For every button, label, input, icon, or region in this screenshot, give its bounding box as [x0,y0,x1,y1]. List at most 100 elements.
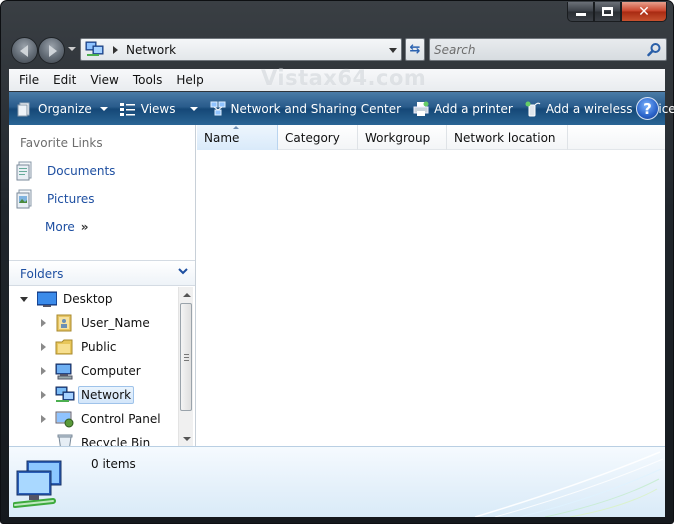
column-header-category[interactable]: Category [278,125,358,150]
desktop-icon [37,291,57,307]
network-icon [55,386,75,402]
item-count: 0 items [91,457,136,471]
pictures-icon [16,189,32,209]
breadcrumb-network[interactable]: Network [126,43,176,57]
column-label: Workgroup [365,130,431,145]
forward-button[interactable] [38,37,65,64]
minimize-button[interactable] [567,2,594,22]
chevron-down-icon [178,268,188,275]
expand-icon[interactable] [37,342,47,352]
arrow-down-icon [182,436,191,441]
refresh-button[interactable]: ⇆ [405,38,425,61]
tree-item-user-name[interactable]: User_Name [37,312,150,334]
caption-buttons: ✕ [567,2,667,22]
user-folder-icon [56,314,72,332]
forward-arrow-icon [48,44,57,57]
expand-icon[interactable] [37,390,47,400]
close-icon: ✕ [638,3,650,20]
network-icon [85,41,104,56]
control-panel-icon [55,411,74,428]
menu-file[interactable]: File [12,73,46,87]
address-history-dropdown[interactable] [389,48,397,53]
add-printer-label: Add a printer [434,101,513,116]
grip-icon [184,354,189,361]
back-button[interactable] [11,37,38,64]
tree-item-label: Network [78,386,135,404]
back-arrow-icon [19,44,28,57]
favorite-link-pictures[interactable]: Pictures [15,188,95,210]
recycle-bin-icon [57,434,73,446]
computer-icon [55,363,73,380]
menu-tools[interactable]: Tools [126,73,170,87]
folders-title: Folders [20,267,64,281]
maximize-button[interactable] [594,2,621,22]
tree-item-desktop[interactable]: Desktop [19,288,113,310]
column-label: Name [204,130,240,145]
navigation-pane: Favorite Links Documents Pictures More »… [9,125,196,446]
organize-label: Organize [38,101,92,116]
menu-help[interactable]: Help [169,73,210,87]
help-button[interactable]: ? [636,97,659,120]
favorite-link-more[interactable]: More » [33,216,89,238]
folder-tree-scrollbar[interactable] [178,287,193,446]
network-large-icon [13,460,62,508]
printer-icon [413,101,429,116]
address-bar[interactable]: Network [80,38,402,61]
column-header-workgroup[interactable]: Workgroup [358,125,447,150]
tree-item-label: Computer [81,364,141,378]
explorer-window: ✕ Network ⇆ File [0,0,674,524]
organize-icon [17,102,30,116]
network-sharing-center-label: Network and Sharing Center [230,101,402,116]
command-bar: Organize Views Network and Sharing Cente… [9,92,674,125]
tree-item-label: User_Name [81,316,150,330]
organize-button[interactable]: Organize [9,92,114,125]
search-input[interactable] [434,42,639,58]
decorative-swoosh [475,451,664,517]
column-label: Category [285,130,340,145]
network-sharing-center-button[interactable]: Network and Sharing Center [204,92,408,125]
search-box[interactable] [429,38,667,61]
scroll-up-button[interactable] [179,287,194,302]
watermark: Vistax64.com [261,66,427,90]
scroll-thumb[interactable] [180,303,192,411]
tree-item-control-panel[interactable]: Control Panel [37,408,161,430]
views-label: Views [140,101,176,116]
views-button[interactable]: Views [114,92,204,125]
tree-item-network[interactable]: Network [37,384,135,406]
file-list[interactable]: Name Category Workgroup Network location [197,125,665,446]
tree-item-recycle-bin[interactable]: Recycle Bin [37,432,150,446]
favorite-links-title: Favorite Links [20,136,103,150]
views-icon [119,102,135,116]
folder-icon [55,339,73,355]
tree-item-label: Desktop [63,292,113,306]
column-header-network-location[interactable]: Network location [447,125,568,150]
expand-icon[interactable] [37,318,47,328]
menu-view[interactable]: View [83,73,125,87]
minimize-icon [575,13,586,16]
column-label: Network location [454,130,556,145]
column-header-name[interactable]: Name [197,125,278,150]
breadcrumb-separator-icon[interactable] [113,46,118,54]
menu-edit[interactable]: Edit [46,73,83,87]
recent-pages-dropdown[interactable] [68,47,76,51]
views-dropdown-icon [189,106,198,111]
expand-icon[interactable] [37,414,47,424]
folders-header[interactable]: Folders [9,260,195,286]
details-pane: 0 items [9,446,665,517]
collapse-icon[interactable] [19,294,29,304]
scroll-down-button[interactable] [179,431,194,446]
search-icon[interactable] [647,42,662,57]
double-chevron-icon: » [80,220,89,234]
arrow-up-icon [182,292,191,297]
tree-item-public[interactable]: Public [37,336,117,358]
expand-icon[interactable] [37,366,47,376]
tree-item-label: Control Panel [81,412,161,426]
favorite-link-documents[interactable]: Documents [15,160,115,182]
maximize-icon [602,7,613,16]
sort-ascending-icon [233,126,239,129]
tree-item-computer[interactable]: Computer [37,360,141,382]
organize-dropdown-icon [99,106,108,111]
close-button[interactable]: ✕ [621,2,667,22]
help-icon: ? [643,99,652,118]
add-printer-button[interactable]: Add a printer [407,92,519,125]
